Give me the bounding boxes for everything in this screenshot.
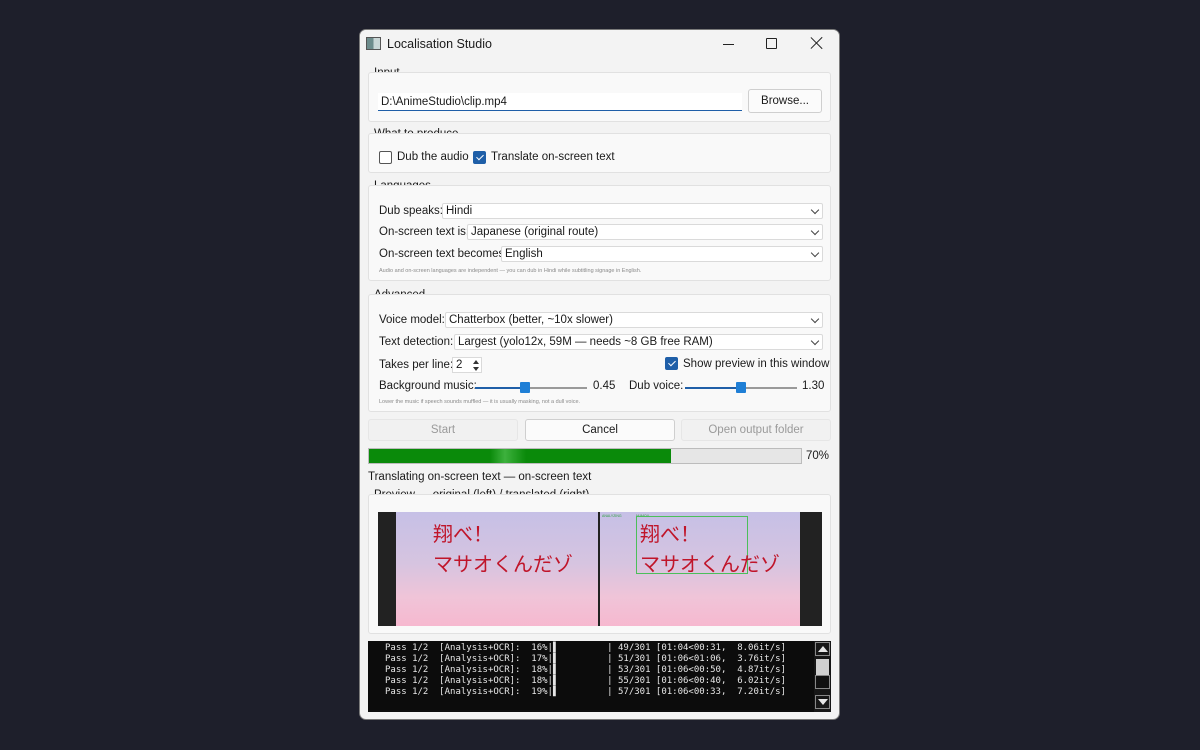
console-line: Pass 1/2 [Analysis+OCR]: 19%|▌ | 57/301 … — [385, 687, 786, 697]
voice-model-select[interactable]: Chatterbox (better, ~10x slower) — [445, 312, 823, 328]
chevron-down-icon — [810, 248, 820, 258]
takes-per-line-spinbox[interactable]: 2 — [452, 357, 482, 373]
dub-voice-slider-handle[interactable] — [736, 382, 746, 393]
advanced-group: Voice model: Chatterbox (better, ~10x sl… — [368, 294, 831, 412]
voice-model-label: Voice model: — [379, 314, 445, 326]
chevron-down-icon — [810, 226, 820, 236]
window-title: Localisation Studio — [387, 37, 492, 51]
preview-original-frame: 翔べ！ マサオくんだゾ — [396, 512, 598, 626]
input-group: Browse... — [368, 72, 831, 122]
background-music-slider-fill — [475, 387, 526, 389]
text-detection-label: Text detection: — [379, 336, 454, 348]
chevron-down-icon — [810, 336, 820, 346]
chevron-down-icon — [810, 314, 820, 324]
dub-voice-slider-fill — [685, 387, 741, 389]
input-path-field[interactable] — [378, 93, 742, 111]
chevron-down-icon — [810, 205, 820, 215]
status-text: Translating on-screen text — on-screen t… — [368, 471, 592, 483]
background-music-value: 0.45 — [593, 380, 616, 392]
preview-image: 翔べ！ マサオくんだゾ ANALYZING NUMOU 翔べ！ マサオくんだゾ — [378, 512, 822, 626]
background-music-slider[interactable] — [475, 382, 587, 393]
log-console[interactable]: Pass 1/2 [Analysis+OCR]: 16%|▌ | 49/301 … — [368, 641, 831, 712]
onscreen-becomes-label: On-screen text becomes: — [379, 248, 508, 260]
voice-model-value: Chatterbox (better, ~10x slower) — [449, 314, 613, 326]
console-line: Pass 1/2 [Analysis+OCR]: 18%|▌ | 53/301 … — [385, 665, 786, 675]
show-preview-label: Show preview in this window — [683, 358, 830, 370]
dub-voice-label: Dub voice: — [629, 380, 684, 392]
onscreen-is-label: On-screen text is: — [379, 226, 470, 238]
cancel-button[interactable]: Cancel — [525, 419, 675, 441]
translate-text-label: Translate on-screen text — [491, 151, 615, 163]
start-button[interactable]: Start — [368, 419, 518, 441]
languages-hint: Audio and on-screen languages are indepe… — [379, 268, 642, 274]
produce-group: Dub the audio Translate on-screen text — [368, 133, 831, 173]
minimize-icon[interactable] — [723, 44, 734, 45]
console-scrollbar[interactable] — [814, 641, 831, 712]
spin-up-icon[interactable] — [473, 360, 479, 364]
onscreen-is-select[interactable]: Japanese (original route) — [467, 224, 823, 240]
progress-percent: 70% — [806, 450, 830, 462]
progress-bar — [368, 448, 802, 464]
scroll-down-icon — [818, 699, 828, 705]
console-line: Pass 1/2 [Analysis+OCR]: 18%|▌ | 55/301 … — [385, 676, 786, 686]
text-detection-value: Largest (yolo12x, 59M — needs ~8 GB free… — [458, 336, 713, 348]
app-icon — [366, 37, 381, 50]
background-music-label: Background music: — [379, 380, 477, 392]
console-line: Pass 1/2 [Analysis+OCR]: 16%|▌ | 49/301 … — [385, 643, 786, 653]
takes-per-line-label: Takes per line: — [379, 359, 454, 371]
background-music-slider-handle[interactable] — [520, 382, 531, 393]
scroll-down-button[interactable] — [815, 695, 830, 709]
dub-voice-slider[interactable] — [685, 382, 797, 393]
onscreen-becomes-value: English — [505, 248, 543, 260]
languages-group: Dub speaks: Hindi On-screen text is: Jap… — [368, 185, 831, 281]
takes-per-line-value: 2 — [456, 359, 463, 371]
app-window: Localisation Studio Input Browse... What… — [359, 29, 840, 720]
open-output-folder-button[interactable]: Open output folder — [681, 419, 831, 441]
detection-label-a: ANALYZING — [602, 514, 622, 518]
title-bar[interactable]: Localisation Studio — [360, 30, 839, 60]
console-line: Pass 1/2 [Analysis+OCR]: 17%|▌ | 51/301 … — [385, 654, 786, 664]
progress-bar-fill — [369, 449, 672, 463]
dub-audio-label: Dub the audio — [397, 151, 469, 163]
spin-down-icon[interactable] — [473, 367, 479, 371]
scroll-up-icon — [818, 646, 828, 652]
browse-button[interactable]: Browse... — [748, 89, 822, 113]
scroll-up-button[interactable] — [815, 642, 830, 656]
original-line-2: マサオくんだゾ — [433, 552, 573, 576]
scrollbar-track-segment[interactable] — [815, 675, 830, 689]
onscreen-becomes-select[interactable]: English — [501, 246, 823, 262]
text-detection-select[interactable]: Largest (yolo12x, 59M — needs ~8 GB free… — [454, 334, 823, 350]
advanced-hint: Lower the music if speech sounds muffled… — [379, 399, 581, 405]
translated-line-2: マサオくんだゾ — [640, 552, 780, 576]
dub-speaks-value: Hindi — [446, 205, 473, 217]
translated-line-1: 翔べ！ — [640, 522, 700, 546]
preview-translated-frame: ANALYZING NUMOU 翔べ！ マサオくんだゾ — [600, 512, 800, 626]
maximize-icon[interactable] — [766, 38, 777, 49]
original-line-1: 翔べ！ — [433, 522, 493, 546]
dub-voice-value: 1.30 — [802, 380, 825, 392]
show-preview-checkbox[interactable] — [665, 357, 678, 370]
onscreen-is-value: Japanese (original route) — [471, 226, 599, 238]
dub-audio-checkbox[interactable] — [379, 151, 392, 164]
translate-text-checkbox[interactable] — [473, 151, 486, 164]
close-icon[interactable] — [810, 36, 824, 50]
dub-speaks-label: Dub speaks: — [379, 205, 443, 217]
dub-speaks-select[interactable]: Hindi — [442, 203, 823, 219]
scrollbar-thumb[interactable] — [816, 659, 829, 675]
